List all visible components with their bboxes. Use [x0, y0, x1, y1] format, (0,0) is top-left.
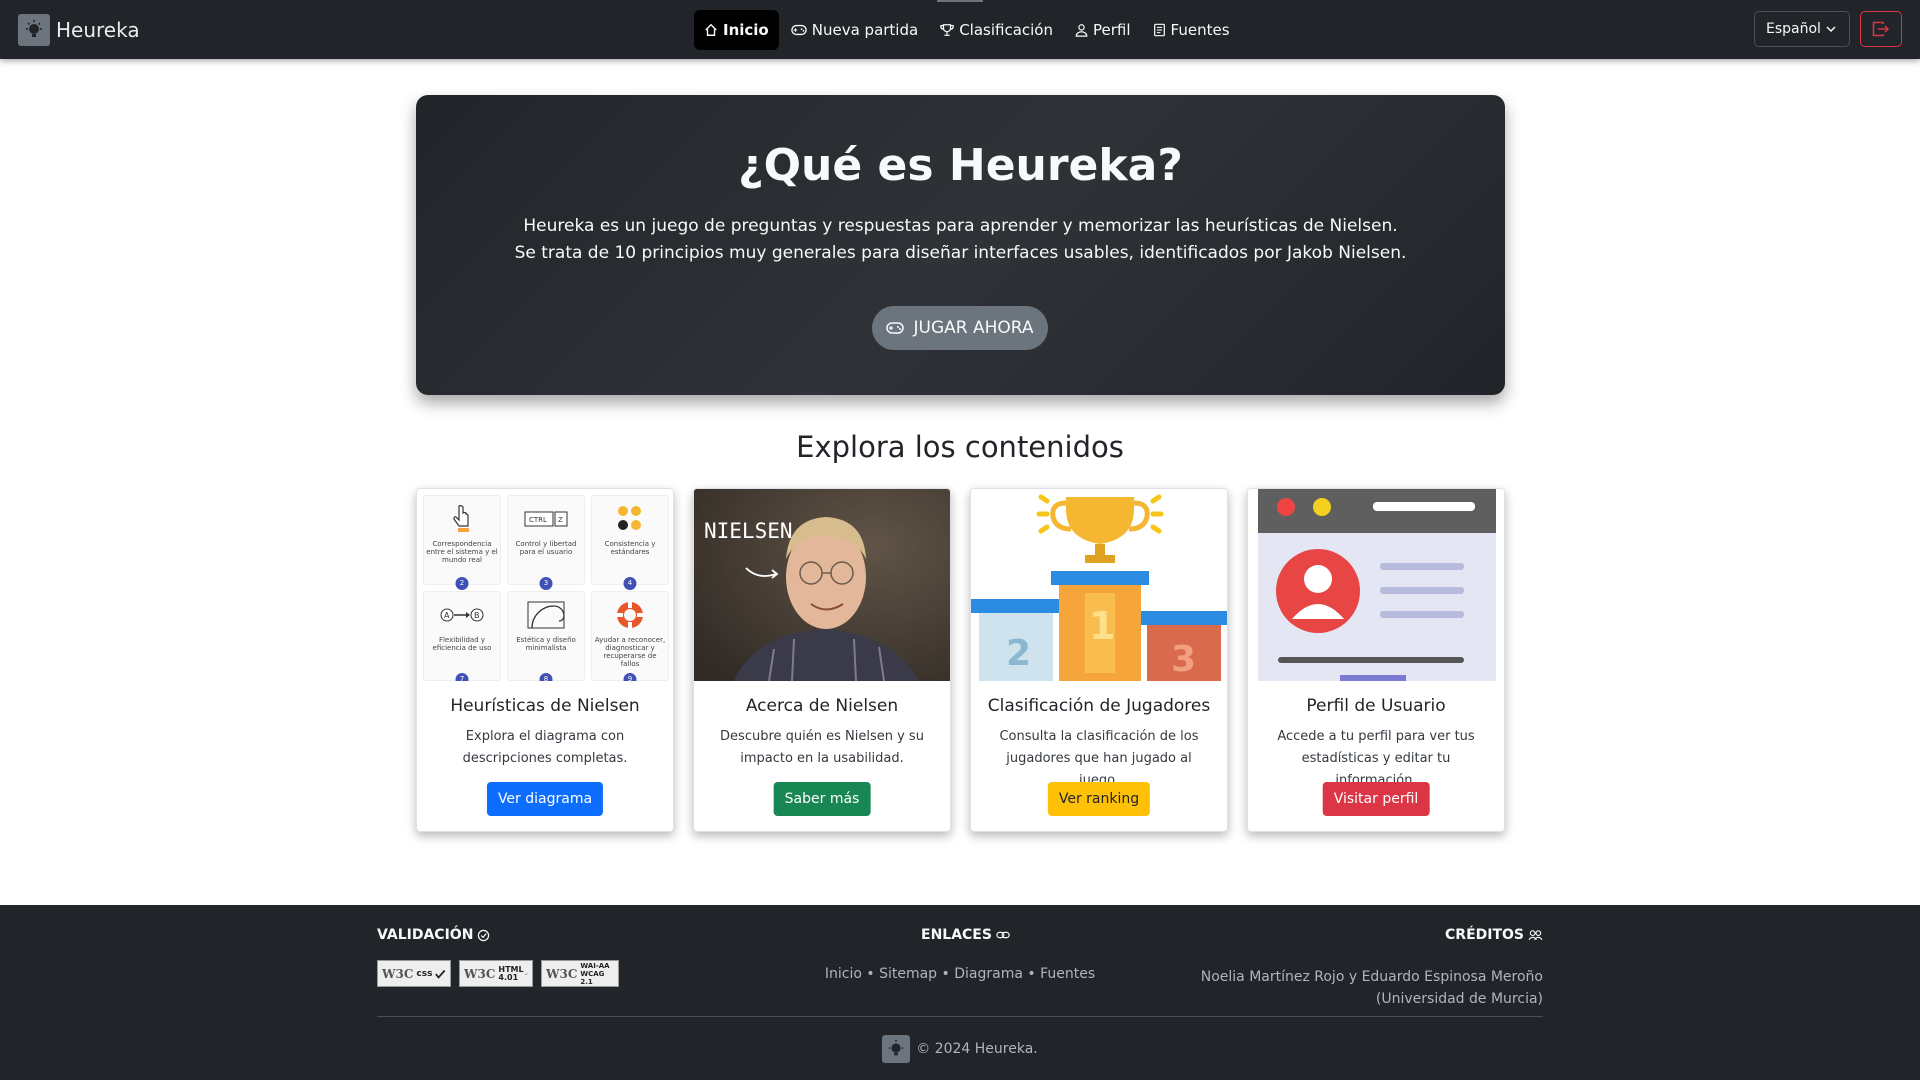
language-value: Español — [1766, 21, 1821, 37]
hero-line-1: Heureka es un juego de preguntas y respu… — [523, 216, 1398, 236]
nav-item-nueva-partida[interactable]: Nueva partida — [781, 10, 928, 50]
footer-link-fuentes[interactable]: Fuentes — [1040, 966, 1095, 982]
footer-link-inicio[interactable]: Inicio — [825, 966, 862, 982]
svg-text:2: 2 — [1006, 633, 1031, 674]
person-icon — [1075, 24, 1088, 37]
copyright: © 2024 Heureka. — [0, 1035, 1920, 1063]
card-text: Descubre quién es Nielsen y su impacto e… — [720, 729, 924, 766]
links-heading: ENLACES — [921, 927, 1010, 943]
card-title: Heurísticas de Nielsen — [450, 696, 640, 716]
nav-label-clasificacion: Clasificación — [959, 21, 1053, 39]
gamepad-icon — [790, 24, 807, 36]
nav-item-clasificacion[interactable]: Clasificación — [930, 10, 1063, 50]
logout-icon — [1872, 21, 1890, 37]
people-icon — [1528, 930, 1543, 941]
svg-text:1: 1 — [1089, 604, 1115, 648]
hero-line-2: Se trata de 10 principios muy generales … — [514, 243, 1407, 263]
heuristics-diagram-image: Correspondencia entre el sistema y el mu… — [417, 489, 673, 681]
brand-link[interactable]: Heureka — [18, 14, 140, 46]
keyboard-keys-icon: CTRL Z — [524, 511, 568, 527]
play-now-button[interactable]: JUGAR AHORA — [872, 306, 1048, 350]
check-circle-icon — [478, 929, 490, 941]
heuristic-cell: Correspondencia entre el sistema y el mu… — [423, 495, 501, 590]
link-icon — [996, 931, 1010, 939]
heuristic-cell: Consistencia y estándares 4 — [591, 495, 669, 590]
hero-description: Heureka es un juego de preguntas y respu… — [416, 213, 1505, 267]
lightbulb-logo-icon — [18, 14, 50, 46]
lightbulb-logo-icon — [882, 1035, 911, 1063]
card-title: Acerca de Nielsen — [745, 696, 899, 716]
arrow-icon — [745, 567, 779, 579]
svg-text:Z: Z — [558, 516, 563, 524]
hero-panel: ¿Qué es Heureka? Heureka es un juego de … — [416, 95, 1505, 395]
svg-text:3: 3 — [1171, 639, 1196, 680]
view-diagram-button[interactable]: Ver diagrama — [486, 782, 604, 816]
svg-text:B: B — [474, 611, 480, 620]
card-title: Clasificación de Jugadores — [987, 696, 1211, 716]
chevron-down-icon — [1826, 26, 1836, 33]
nav-item-perfil[interactable]: Perfil — [1065, 10, 1141, 50]
gamepad-icon — [886, 322, 905, 334]
nav-label-perfil: Perfil — [1093, 21, 1131, 39]
nielsen-portrait-image: NIELSEN — [694, 489, 950, 681]
card-heuristics: Correspondencia entre el sistema y el mu… — [416, 488, 674, 832]
visit-profile-button[interactable]: Visitar perfil — [1322, 782, 1430, 816]
heuristic-cell: AB Flexibilidad y eficiencia de uso 7 — [423, 591, 501, 681]
lifebuoy-icon — [617, 602, 643, 628]
language-select[interactable]: Español — [1754, 11, 1850, 47]
card-about-nielsen: NIELSEN Acerca de Nielsen Descubre quién… — [693, 488, 951, 832]
trophy-icon — [940, 24, 954, 36]
nav-indicator — [937, 0, 983, 2]
golden-spiral-icon — [527, 601, 565, 629]
main-nav: Inicio Nueva partida Clasificación Perfi… — [694, 10, 1240, 50]
footer-link-diagrama[interactable]: Diagrama — [954, 966, 1023, 982]
play-now-label: JUGAR AHORA — [913, 318, 1034, 338]
footer-link-sitemap[interactable]: Sitemap — [879, 966, 937, 982]
card-ranking: 2 1 3 Clasificación de Jugadores Consult… — [970, 488, 1228, 832]
heuristic-cell: CTRL Z Control y libertad para el usuario… — [507, 495, 585, 590]
a-to-b-icon: AB — [440, 608, 484, 622]
credits-heading: CRÉDITOS — [1445, 927, 1543, 943]
explore-title: Explora los contenidos — [796, 430, 1124, 464]
nav-label-nueva-partida: Nueva partida — [811, 21, 919, 39]
ducks-icon — [618, 506, 641, 530]
card-title: Perfil de Usuario — [1306, 696, 1446, 716]
hero-title: ¿Qué es Heureka? — [738, 140, 1183, 191]
view-ranking-button[interactable]: Ver ranking — [1047, 782, 1151, 816]
learn-more-button[interactable]: Saber más — [773, 782, 871, 816]
book-icon — [1153, 23, 1165, 37]
nielsen-caption: NIELSEN — [704, 519, 793, 543]
footer-links: Inicio • Sitemap • Diagrama • Fuentes — [824, 966, 1096, 982]
brand-name: Heureka — [56, 18, 140, 42]
credits-text: Noelia Martínez Rojo y Eduardo Espinosa … — [1200, 969, 1543, 1007]
card-text: Explora el diagrama con descripciones co… — [462, 729, 628, 766]
nav-item-inicio[interactable]: Inicio — [694, 10, 779, 50]
svg-text:CTRL: CTRL — [529, 516, 547, 524]
footer-divider — [377, 1016, 1543, 1017]
heuristic-cell: Ayudar a reconocer, diagnosticar y recup… — [591, 591, 669, 681]
nav-label-inicio: Inicio — [723, 21, 769, 39]
heuristic-cell: Estética y diseño minimalista 8 — [507, 591, 585, 681]
profile-illustration-image — [1248, 489, 1504, 681]
home-icon — [705, 23, 717, 36]
top-navbar: Heureka Inicio Nueva partida Clasificaci… — [0, 0, 1920, 59]
podium-image: 2 1 3 — [971, 489, 1227, 681]
card-user-profile: Perfil de Usuario Accede a tu perfil par… — [1247, 488, 1505, 832]
footer: VALIDACIÓN W3C css W3C HTML 4.01 W3C WAI… — [0, 905, 1920, 1080]
validation-heading: VALIDACIÓN — [377, 927, 490, 943]
nav-label-fuentes: Fuentes — [1170, 21, 1230, 39]
logout-button[interactable] — [1860, 11, 1902, 47]
pointer-hand-icon — [453, 505, 469, 532]
svg-text:A: A — [444, 611, 450, 620]
nav-item-fuentes[interactable]: Fuentes — [1143, 10, 1240, 50]
